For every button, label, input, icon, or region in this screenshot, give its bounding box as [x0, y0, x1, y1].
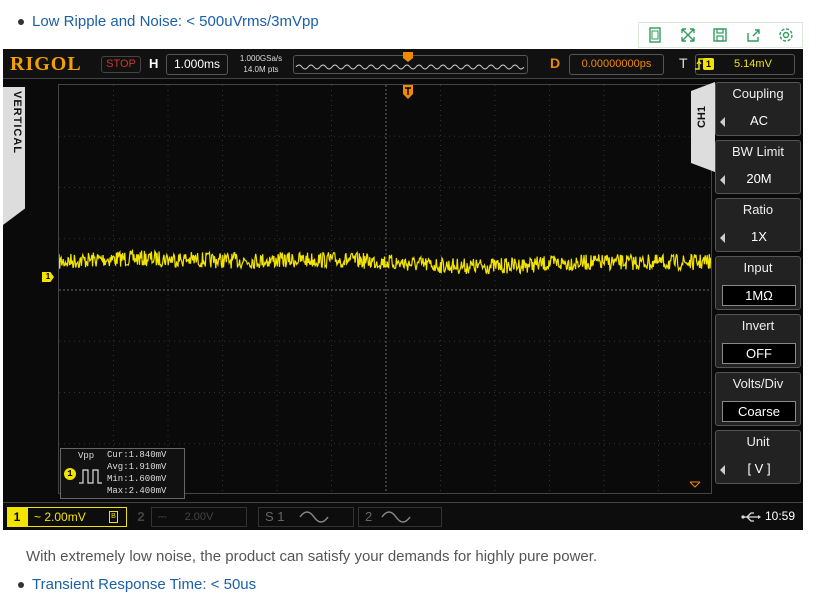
menu-unit-title: Unit	[746, 434, 770, 449]
ch1-menu: CH1 Coupling AC BW Limit 20M Ratio 1X In…	[691, 82, 803, 496]
image-toolbar	[638, 22, 803, 48]
waveform-grid	[58, 84, 712, 494]
ch2-scale[interactable]: ⎓ 2.00V	[151, 507, 247, 527]
ch1-scale-text: ~ 2.00mV	[34, 510, 86, 524]
ch1-tab-label: CH1	[696, 106, 708, 129]
clock: 10:59	[765, 509, 796, 523]
measurement-min: Min:1.600mV	[107, 474, 167, 484]
bw-limit-icon: B	[109, 511, 118, 523]
delay-value: 0.00000000ps	[569, 54, 664, 75]
expand-icon[interactable]	[672, 23, 705, 47]
save-icon[interactable]	[704, 23, 737, 47]
menu-volts-div-title: Volts/Div	[732, 376, 784, 391]
acquisition-info: 1.000GSa/s 14.0M pts	[232, 53, 290, 75]
sine-wave-icon	[299, 511, 329, 523]
waveform-display	[59, 85, 711, 493]
menu-unit-value: [ V ]	[747, 461, 771, 476]
menu-coupling-title: Coupling	[732, 86, 784, 101]
trigger-source-badge: 1	[703, 58, 714, 70]
menu-ratio-value: 1X	[751, 229, 767, 244]
timebase-value: 1.000ms	[166, 54, 228, 75]
menu-invert-title: Invert	[741, 318, 775, 333]
trigger-label: T	[679, 55, 688, 71]
ch1-scale[interactable]: ~ 2.00mV B	[27, 507, 127, 527]
usb-icon	[741, 512, 761, 522]
ch2-badge[interactable]: 2	[133, 507, 149, 527]
menu-ratio-title: Ratio	[742, 202, 774, 217]
horizontal-label: H	[149, 56, 159, 71]
menu-input-value: 1MΩ	[722, 285, 796, 306]
pulse-icon	[79, 469, 102, 484]
menu-bw-limit-title: BW Limit	[732, 144, 784, 159]
trigger-point-icon	[403, 85, 413, 99]
menu-invert-value: OFF	[722, 343, 796, 364]
measurement-channel-badge: 1	[64, 468, 76, 480]
menu-bw-limit-value: 20M	[746, 171, 772, 186]
measurement-cur: Cur:1.840mV	[107, 450, 167, 460]
ch2-scale-text: 2.00V	[184, 511, 214, 523]
math1-channel[interactable]: S 1	[258, 507, 354, 527]
menu-invert[interactable]: Invert OFF	[715, 314, 801, 368]
menu-coupling[interactable]: Coupling AC	[715, 82, 801, 136]
memory-depth: 14.0M pts	[243, 65, 279, 74]
math1-label: S 1	[265, 509, 285, 524]
measurement-name: Vpp	[78, 451, 95, 461]
menu-bw-limit[interactable]: BW Limit 20M	[715, 140, 801, 194]
scope-bottom-bar: 1 ~ 2.00mV B 2 ⎓ 2.00V S 1 2 10:59	[3, 502, 803, 530]
menu-volts-div[interactable]: Volts/Div Coarse	[715, 372, 801, 426]
sine-wave-icon	[381, 511, 411, 523]
menu-volts-div-value: Coarse	[722, 401, 796, 422]
transient-spec-link[interactable]: Transient Response Time: < 50us	[32, 576, 256, 593]
measurement-max: Max:2.400mV	[107, 486, 167, 496]
math2-label: 2	[365, 509, 373, 524]
measurement-panel: Vpp 1 Cur:1.840mV Avg:1.910mV Min:1.600m…	[60, 448, 185, 499]
ch1-badge[interactable]: 1	[7, 507, 27, 527]
product-description: With extremely low noise, the product ca…	[26, 548, 598, 565]
bullet-dot	[18, 19, 24, 25]
rigol-logo: RIGOL	[10, 53, 82, 75]
menu-coupling-value: AC	[749, 113, 769, 128]
vertical-tab-label: VERTICAL	[11, 91, 23, 154]
dc-coupling-icon: ⎓	[158, 511, 167, 523]
menu-ratio[interactable]: Ratio 1X	[715, 198, 801, 252]
bullet-dot	[18, 582, 24, 588]
ch1-offset-marker: 1	[42, 272, 54, 282]
copy-icon[interactable]	[639, 23, 672, 47]
scope-top-bar: RIGOL STOP H 1.000ms 1.000GSa/s 14.0M pt…	[3, 49, 803, 79]
menu-input-title: Input	[743, 260, 773, 275]
trigger-level: 5.14mV	[734, 58, 772, 70]
oscilloscope-screenshot: RIGOL STOP H 1.000ms 1.000GSa/s 14.0M pt…	[3, 49, 803, 530]
math2-channel[interactable]: 2	[358, 507, 442, 527]
measurement-avg: Avg:1.910mV	[107, 462, 167, 472]
menu-unit[interactable]: Unit [ V ]	[715, 430, 801, 484]
sample-rate: 1.000GSa/s	[239, 54, 283, 63]
share-icon[interactable]	[737, 23, 770, 47]
delay-label: D	[550, 55, 561, 71]
run-state-badge: STOP	[101, 56, 141, 73]
settings-icon[interactable]	[769, 23, 802, 47]
menu-input[interactable]: Input 1MΩ	[715, 256, 801, 310]
ripple-spec-link[interactable]: Low Ripple and Noise: < 500uVrms/3mVpp	[32, 13, 319, 30]
grid-lines	[59, 85, 711, 493]
